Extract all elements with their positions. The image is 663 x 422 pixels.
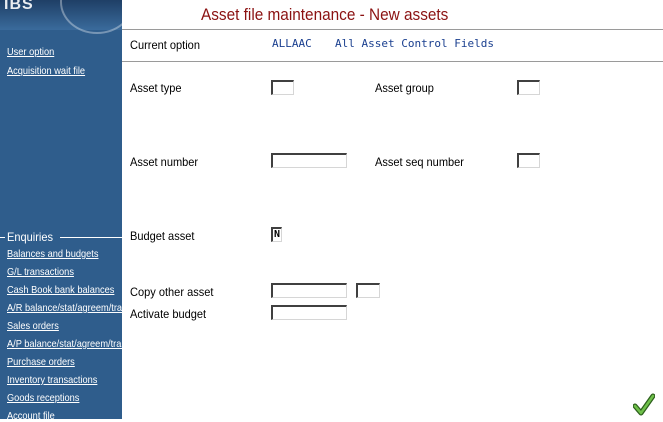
sidebar-item-goods-receptions[interactable]: Goods receptions	[7, 392, 79, 404]
asset-type-field[interactable]	[271, 80, 294, 95]
option-divider	[122, 61, 663, 62]
activate-budget-field[interactable]	[271, 305, 347, 320]
enquiries-label: Enquiries	[7, 230, 54, 244]
current-option-code: ALLAAC	[272, 37, 312, 50]
main-panel: Asset file maintenance - New assets Curr…	[122, 0, 663, 419]
copy-other-asset-field[interactable]	[271, 283, 347, 298]
budget-asset-label: Budget asset	[130, 229, 195, 243]
ok-button[interactable]	[632, 393, 656, 417]
sidebar-item-balances-and-budgets[interactable]: Balances and budgets	[7, 248, 98, 260]
sidebar-item-acquisition-wait-file[interactable]: Acquisition wait file	[7, 65, 85, 77]
budget-asset-field[interactable]: N	[271, 227, 282, 242]
checkmark-icon	[632, 393, 656, 416]
sidebar-item-sales-orders[interactable]: Sales orders	[7, 320, 59, 332]
current-option-description: All Asset Control Fields	[335, 37, 494, 50]
enquiries-divider-right	[60, 237, 122, 238]
sidebar-item-ar-balance[interactable]: A/R balance/stat/agreem/trar	[7, 302, 122, 314]
logo-text: IBS	[4, 0, 34, 13]
sidebar-item-purchase-orders[interactable]: Purchase orders	[7, 356, 75, 368]
sidebar-item-gl-transactions[interactable]: G/L transactions	[7, 266, 74, 278]
asset-group-label: Asset group	[375, 81, 434, 95]
page-title: Asset file maintenance - New assets	[201, 6, 449, 24]
asset-seq-number-field[interactable]	[517, 153, 540, 168]
sidebar-item-inventory-transactions[interactable]: Inventory transactions	[7, 374, 97, 386]
sidebar: IBS User option Acquisition wait file En…	[0, 0, 122, 419]
current-option-label: Current option	[130, 38, 200, 52]
sidebar-item-account-file[interactable]: Account file	[7, 410, 55, 419]
asset-number-label: Asset number	[130, 155, 199, 169]
logo: IBS	[0, 0, 122, 34]
sidebar-item-cash-book-bank-balances[interactable]: Cash Book bank balances	[7, 284, 114, 296]
asset-group-field[interactable]	[517, 80, 540, 95]
sidebar-item-ap-balance[interactable]: A/P balance/stat/agreem/trar	[7, 338, 122, 350]
copy-other-asset-label: Copy other asset	[130, 285, 214, 299]
activate-budget-label: Activate budget	[130, 307, 207, 321]
asset-type-label: Asset type	[130, 81, 182, 95]
enquiries-section-header: Enquiries	[0, 230, 122, 244]
sidebar-item-user-option[interactable]: User option	[7, 46, 54, 58]
enquiries-divider-left	[0, 237, 5, 238]
logo-swoosh	[60, 0, 122, 34]
title-divider	[122, 29, 663, 30]
asset-seq-number-label: Asset seq number	[375, 155, 464, 169]
asset-number-field[interactable]	[271, 153, 347, 168]
copy-other-asset-suffix-field[interactable]	[356, 283, 380, 298]
